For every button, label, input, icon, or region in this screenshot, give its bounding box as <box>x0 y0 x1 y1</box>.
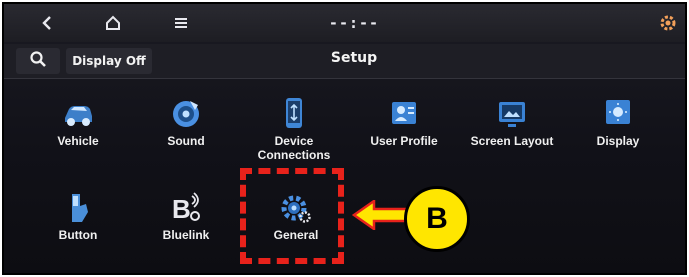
search-button[interactable] <box>16 48 60 74</box>
sound-icon <box>168 96 204 132</box>
menu-item-label: Device Connections <box>257 134 331 162</box>
header-divider <box>4 78 685 79</box>
button-icon <box>60 190 96 226</box>
menu-item-screen-layout[interactable]: Screen Layout <box>464 96 560 176</box>
screen-frame: --:-- Display Off Setup Vehicle Sound De… <box>2 2 687 275</box>
menu-item-button[interactable]: Button <box>30 190 126 270</box>
menu-item-device-connections[interactable]: Device Connections <box>246 96 342 176</box>
menu-item-label: Bluelink <box>162 228 210 242</box>
gear-status-icon[interactable] <box>657 10 679 36</box>
menu-icon[interactable] <box>168 10 194 36</box>
menu-item-label: User Profile <box>370 134 438 148</box>
menu-item-display[interactable]: Display <box>570 96 666 176</box>
menu-item-label: Vehicle <box>57 134 99 148</box>
callout-badge: B <box>404 186 470 252</box>
menu-item-vehicle[interactable]: Vehicle <box>30 96 126 176</box>
status-bar: --:-- <box>4 4 685 42</box>
menu-item-label: Sound <box>167 134 205 148</box>
clock: --:-- <box>328 14 380 32</box>
back-chevron-icon[interactable] <box>34 10 60 36</box>
infotainment-screen: --:-- Display Off Setup Vehicle Sound De… <box>4 4 685 273</box>
screen-layout-icon <box>494 96 530 132</box>
menu-item-label: Display <box>596 134 640 148</box>
device-connections-icon <box>276 96 312 132</box>
header-bar: Display Off Setup <box>4 44 685 78</box>
menu-item-sound[interactable]: Sound <box>138 96 234 176</box>
menu-item-bluelink[interactable]: B Bluelink <box>138 190 234 270</box>
display-off-button[interactable]: Display Off <box>66 48 152 74</box>
user-profile-icon <box>386 96 422 132</box>
highlight-box <box>240 168 344 264</box>
page-title: Setup <box>330 50 378 66</box>
menu-item-label: Button <box>58 228 98 242</box>
vehicle-icon <box>60 96 96 132</box>
home-icon[interactable] <box>100 10 126 36</box>
svg-text:B: B <box>172 194 191 224</box>
menu-item-user-profile[interactable]: User Profile <box>356 96 452 176</box>
display-icon <box>600 96 636 132</box>
menu-item-label: Screen Layout <box>470 134 554 148</box>
search-icon <box>29 50 47 72</box>
bluelink-icon: B <box>168 190 204 226</box>
